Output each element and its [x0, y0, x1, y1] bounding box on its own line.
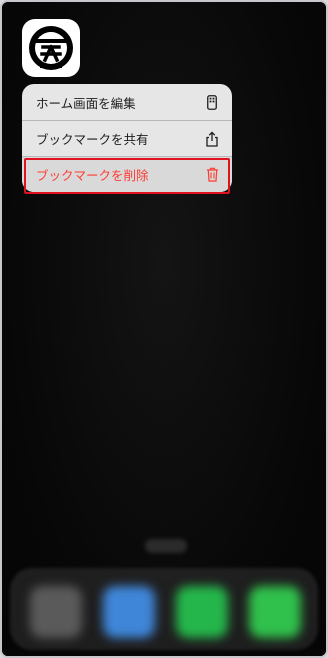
menu-item-label: ブックマークを共有 [36, 132, 149, 147]
blurred-app-icon[interactable] [30, 586, 82, 638]
phone-edit-icon [204, 94, 220, 110]
menu-item-share-bookmark[interactable]: ブックマークを共有 [22, 120, 232, 156]
safari-icon[interactable] [103, 586, 155, 638]
page-indicator[interactable] [145, 539, 187, 553]
bookmark-app-icon[interactable] [22, 19, 80, 77]
trash-icon [204, 167, 220, 183]
share-icon [204, 130, 220, 147]
phone-screen: ホーム画面を編集 ブックマークを共有 ブックマークを削除 [0, 0, 328, 658]
context-menu: ホーム画面を編集 ブックマークを共有 ブックマークを削除 [22, 84, 232, 192]
messages-icon[interactable] [249, 586, 301, 638]
menu-item-label: ホーム画面を編集 [36, 95, 136, 111]
bookmark-app-logo-icon [29, 26, 73, 70]
menu-item-delete-bookmark[interactable]: ブックマークを削除 [22, 156, 232, 192]
menu-item-label: ブックマークを削除 [36, 168, 149, 183]
menu-item-edit-home-screen[interactable]: ホーム画面を編集 [22, 84, 232, 120]
phone-icon[interactable] [176, 586, 228, 638]
